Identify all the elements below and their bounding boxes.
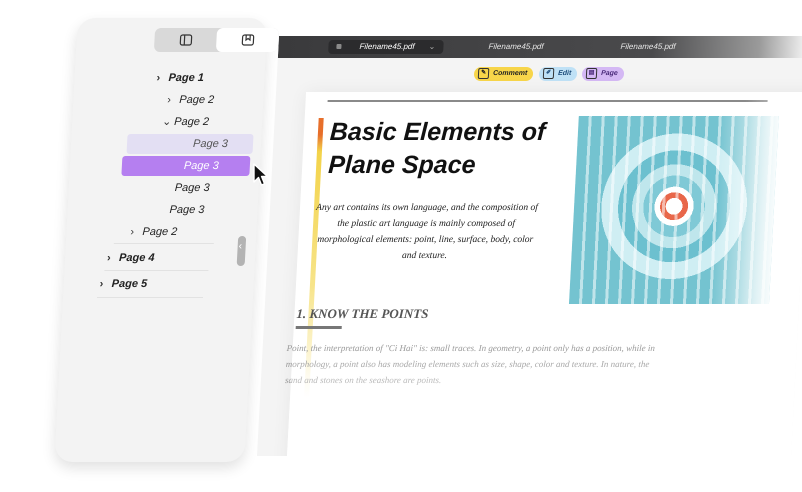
tab-file-1[interactable]: Filename45.pdf ⌄	[328, 40, 444, 54]
chevron-right-icon[interactable]: ›	[107, 248, 120, 268]
comment-icon: ✎	[477, 67, 490, 79]
edit-mode-button[interactable]: ✐ Edit	[538, 67, 578, 81]
outline-view-button[interactable]	[154, 28, 217, 52]
page-title: Basic Elements of Plane Space	[327, 116, 590, 182]
tree-item-label: Page 2	[179, 94, 215, 106]
tab-bar: Filename45.pdf ⌄ Filename45.pdf Filename4…	[277, 36, 802, 58]
tree-item-page-3-selected[interactable]: Page 3	[121, 156, 251, 176]
chevron-right-icon[interactable]: ›	[156, 68, 169, 88]
tree-item-label: Page 2	[173, 116, 210, 128]
tab-label: Filename45.pdf	[359, 42, 415, 51]
edit-icon: ✐	[542, 67, 555, 79]
document-page: Basic Elements of Plane Space Any art co…	[285, 92, 802, 456]
tree-item-page-5[interactable]: › Page 5	[99, 274, 148, 294]
tab-file-2[interactable]: Filename45.pdf	[488, 40, 544, 54]
view-switcher	[153, 28, 280, 52]
tree-item-label: Page 3	[174, 182, 210, 194]
tree-item-label: Page 1	[168, 72, 205, 84]
section-rule	[295, 326, 342, 329]
divider	[96, 297, 204, 298]
title-line-1: Basic Elements of	[329, 118, 547, 146]
mouse-cursor-icon	[252, 162, 270, 193]
divider	[113, 243, 214, 244]
comment-mode-label: Commemt	[492, 70, 528, 77]
document-window: Filename45.pdf ⌄ Filename45.pdf Filename4…	[256, 36, 802, 456]
tab-label: Filename45.pdf	[620, 42, 676, 51]
tree-item-page-4[interactable]: › Page 4	[107, 248, 156, 268]
page-icon: ▤	[585, 67, 598, 79]
tree-item-label: Page 2	[142, 226, 178, 238]
mode-toolbar: ✎ Commemt ✐ Edit ▤ Page	[276, 64, 802, 84]
page-mode-label: Page	[600, 70, 618, 77]
tab-label: Filename45.pdf	[488, 42, 544, 51]
tree-item-page-3[interactable]: Page 3	[174, 178, 210, 198]
title-line-2: Plane Space	[327, 151, 477, 179]
tree-item-label: Page 3	[183, 160, 220, 172]
lock-icon	[336, 44, 342, 50]
bookmark-icon	[241, 31, 255, 48]
tree-item-label: Page 4	[118, 252, 155, 264]
tree-item-label: Page 3	[169, 204, 205, 216]
section-heading: 1. KNOW THE POINTS	[296, 306, 429, 321]
divider	[104, 270, 209, 271]
tree-item-page-3[interactable]: Page 3	[169, 200, 205, 220]
fade-overlay-bottom	[286, 352, 802, 456]
chevron-right-icon[interactable]: ›	[167, 90, 180, 110]
tree-item-label: Page 3	[192, 138, 229, 150]
intro-text: Any art contains its own language, and t…	[315, 203, 539, 261]
chevron-down-icon[interactable]: ⌄	[428, 42, 435, 51]
comment-mode-button[interactable]: ✎ Commemt	[473, 67, 534, 81]
chevron-right-icon[interactable]: ›	[130, 222, 143, 242]
page-mode-button[interactable]: ▤ Page	[581, 67, 625, 81]
tree-item-page-1[interactable]: › Page 1	[156, 68, 205, 88]
tab-file-3[interactable]: Filename45.pdf	[620, 40, 676, 54]
tree-item-label: Page 5	[111, 278, 148, 290]
edit-mode-label: Edit	[557, 70, 572, 77]
tree-item-page-2[interactable]: › Page 2	[130, 222, 178, 242]
tree-item-page-2[interactable]: › Page 2	[167, 90, 215, 110]
book-icon	[179, 31, 193, 48]
chevron-right-icon[interactable]: ›	[99, 274, 112, 294]
tree-item-page-2-expanded[interactable]: ⌄ Page 2	[162, 112, 210, 132]
sidebar-collapse-handle[interactable]	[236, 236, 247, 266]
tree-item-page-3-hover[interactable]: Page 3	[126, 134, 254, 154]
sidebar-panel: › Page 1 › Page 2 ⌄ Page 2 Page 3 Page 3 Pa…	[54, 18, 280, 462]
bookmark-view-button[interactable]	[215, 28, 280, 52]
top-rule	[327, 100, 768, 102]
chevron-down-icon[interactable]: ⌄	[162, 112, 175, 132]
